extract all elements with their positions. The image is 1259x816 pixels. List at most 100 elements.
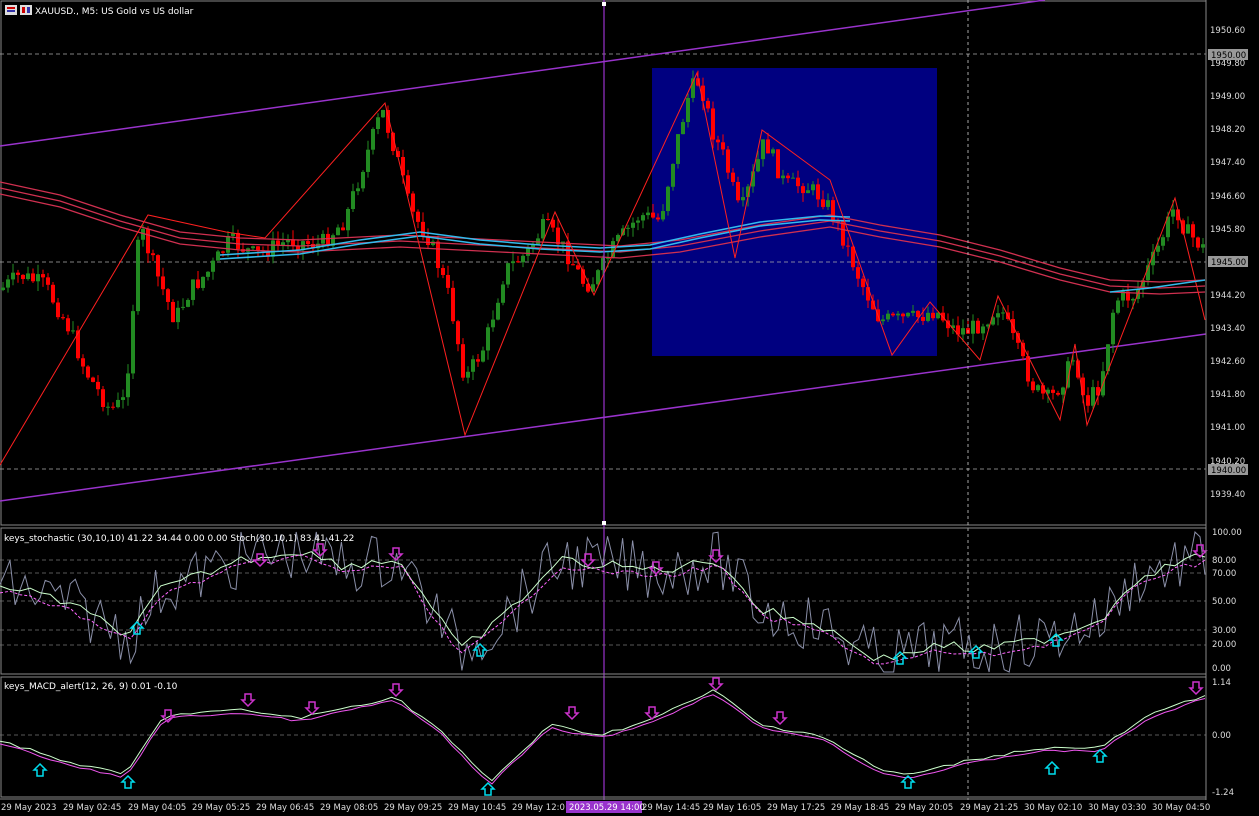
candle-body bbox=[546, 219, 550, 221]
candle-body bbox=[1036, 385, 1040, 391]
candle-body bbox=[136, 239, 140, 312]
price-tick: 1950.60 bbox=[1210, 26, 1245, 36]
price-tick: 1941.80 bbox=[1210, 390, 1245, 400]
candle-body bbox=[656, 217, 660, 220]
candle-body bbox=[881, 319, 885, 322]
candle-body bbox=[516, 261, 520, 263]
candle-body bbox=[336, 227, 340, 236]
time-label: 29 May 14:45 bbox=[642, 803, 700, 813]
candle-body bbox=[216, 251, 220, 261]
candle-body bbox=[101, 389, 105, 407]
candle-body bbox=[46, 277, 50, 285]
candle-body bbox=[131, 311, 135, 374]
candle-body bbox=[206, 271, 210, 277]
candle-body bbox=[1091, 387, 1095, 406]
candle-body bbox=[86, 366, 90, 378]
candle-body bbox=[736, 181, 740, 201]
crosshair-handle-top[interactable] bbox=[602, 2, 606, 6]
candle-body bbox=[416, 211, 420, 222]
time-label: 30 May 02:10 bbox=[1024, 803, 1082, 813]
candle-body bbox=[106, 406, 110, 408]
candle-body bbox=[1116, 300, 1120, 313]
candle-body bbox=[556, 227, 560, 245]
candle-body bbox=[1056, 392, 1060, 395]
candle-body bbox=[661, 211, 665, 220]
candle-body bbox=[461, 344, 465, 378]
candle-body bbox=[161, 276, 165, 290]
candle-body bbox=[541, 219, 545, 239]
level-marker-1950-text: 1950.00 bbox=[1211, 51, 1246, 61]
candle-body bbox=[896, 313, 900, 316]
candle-body bbox=[731, 172, 735, 182]
candle-body bbox=[211, 260, 215, 272]
candle-body bbox=[16, 272, 20, 275]
candle-body bbox=[786, 175, 790, 179]
macd-tick: -1.24 bbox=[1212, 788, 1234, 798]
candle-body bbox=[491, 319, 495, 328]
candle-body bbox=[376, 117, 380, 130]
candle-body bbox=[126, 373, 130, 398]
candle-body bbox=[341, 227, 345, 231]
candle-body bbox=[831, 200, 835, 222]
crosshair-handle-bottom[interactable] bbox=[602, 521, 606, 525]
candle-body bbox=[776, 149, 780, 179]
candle-body bbox=[366, 149, 370, 172]
candle-body bbox=[926, 312, 930, 321]
candle-body bbox=[446, 274, 450, 288]
candle-body bbox=[681, 122, 685, 135]
stoch-tick: 30.00 bbox=[1212, 626, 1236, 636]
time-label: 29 May 16:05 bbox=[703, 803, 761, 813]
candle-body bbox=[961, 328, 965, 335]
macd-title: keys_MACD_alert(12, 26, 9) 0.01 -0.10 bbox=[4, 682, 178, 692]
candle-body bbox=[511, 261, 515, 264]
candle-body bbox=[1131, 298, 1135, 301]
highlight-rectangle[interactable] bbox=[652, 68, 937, 356]
candle-body bbox=[1196, 237, 1200, 248]
candle-body bbox=[646, 212, 650, 216]
candle-body bbox=[11, 272, 15, 280]
candle-body bbox=[351, 191, 355, 210]
candle-body bbox=[471, 359, 475, 372]
candle-body bbox=[721, 142, 725, 150]
candle-body bbox=[1051, 389, 1055, 393]
price-tick: 1947.40 bbox=[1210, 158, 1245, 168]
stoch-tick: 80.00 bbox=[1212, 556, 1236, 566]
price-tick: 1949.00 bbox=[1210, 92, 1245, 102]
candle-body bbox=[676, 134, 680, 164]
price-tick: 1944.20 bbox=[1210, 291, 1245, 301]
candle-body bbox=[196, 279, 200, 288]
candle-body bbox=[651, 212, 655, 218]
time-label: 29 May 09:25 bbox=[384, 803, 442, 813]
chart-canvas[interactable]: XAUUSD., M5: US Gold vs US dollar keys_s… bbox=[0, 0, 1259, 816]
candle-body bbox=[221, 251, 225, 253]
candle-body bbox=[726, 149, 730, 173]
candle-body bbox=[306, 241, 310, 244]
stoch-tick: 0.00 bbox=[1212, 664, 1231, 674]
candle-body bbox=[156, 255, 160, 277]
candle-body bbox=[6, 279, 10, 288]
candle-body bbox=[1, 287, 5, 290]
candle-body bbox=[781, 175, 785, 179]
candle-body bbox=[481, 350, 485, 362]
time-label: 29 May 10:45 bbox=[448, 803, 506, 813]
price-tick: 1943.40 bbox=[1210, 324, 1245, 334]
price-tick: 1948.20 bbox=[1210, 125, 1245, 135]
time-label: 30 May 03:30 bbox=[1088, 803, 1146, 813]
candle-body bbox=[1001, 312, 1005, 314]
candle-body bbox=[61, 317, 65, 319]
candle-body bbox=[26, 273, 30, 280]
candle-body bbox=[796, 177, 800, 187]
candle-body bbox=[711, 108, 715, 140]
candle-body bbox=[806, 190, 810, 194]
level-marker-1945-text: 1945.00 bbox=[1211, 258, 1246, 268]
candle-body bbox=[771, 149, 775, 154]
candle-body bbox=[566, 241, 570, 265]
candle-body bbox=[466, 371, 470, 378]
candle-body bbox=[1061, 387, 1065, 395]
time-label: 29 May 17:25 bbox=[767, 803, 825, 813]
candle-body bbox=[281, 242, 285, 246]
candle-body bbox=[476, 359, 480, 362]
candle-body bbox=[686, 97, 690, 123]
candle-body bbox=[76, 330, 80, 359]
time-label: 29 May 12:0 bbox=[512, 803, 565, 813]
